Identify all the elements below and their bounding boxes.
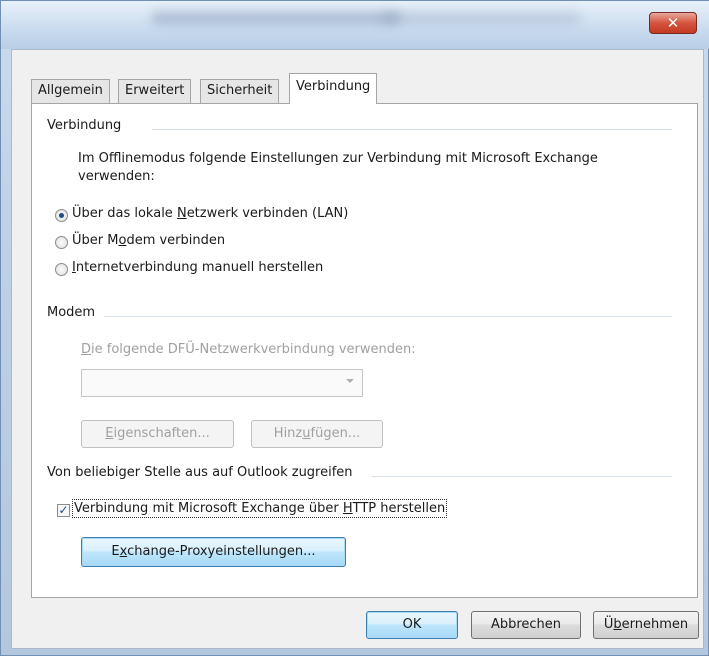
- title-blur-secondary: [381, 13, 581, 23]
- group-title-verbindung: Verbindung: [47, 118, 122, 133]
- radio-modem-label[interactable]: Über Modem verbinden: [72, 233, 225, 248]
- tab-allgemein[interactable]: Allgemein: [31, 79, 110, 103]
- properties-button[interactable]: Eigenschaften...: [81, 420, 234, 448]
- ok-button[interactable]: OK: [366, 611, 458, 639]
- tab-label: Erweitert: [125, 83, 185, 98]
- radio-modem[interactable]: [55, 236, 68, 249]
- ok-label: OK: [402, 617, 422, 632]
- connection-description-line1: Im Offlinemodus folgende Einstellungen z…: [78, 151, 598, 166]
- connection-description-line2: verwenden:: [78, 169, 155, 184]
- title-bar: ✕: [1, 1, 709, 49]
- tab-erweitert[interactable]: Erweitert: [118, 79, 192, 103]
- close-button[interactable]: ✕: [649, 12, 697, 34]
- http-checkbox-label[interactable]: Verbindung mit Microsoft Exchange über H…: [71, 499, 448, 518]
- close-icon: ✕: [666, 14, 680, 32]
- apply-button[interactable]: Übernehmen: [593, 611, 699, 639]
- radio-lan-label[interactable]: Über das lokale Netzwerk verbinden (LAN): [72, 206, 348, 221]
- tab-sicherheit[interactable]: Sicherheit: [200, 79, 280, 103]
- chevron-down-icon: [346, 379, 354, 383]
- dialup-label: Die folgende DFÜ-Netzwerkverbindung verw…: [81, 342, 416, 357]
- tab-verbindung[interactable]: Verbindung: [289, 73, 378, 104]
- group-separator: [104, 316, 672, 317]
- dialup-connection-select[interactable]: [81, 369, 363, 397]
- tab-label: Allgemein: [38, 83, 103, 98]
- group-separator: [152, 129, 672, 130]
- radio-manual[interactable]: [55, 263, 68, 276]
- radio-lan[interactable]: [55, 209, 68, 222]
- title-blur: [151, 11, 401, 25]
- cancel-button[interactable]: Abbrechen: [471, 611, 581, 639]
- group-separator: [372, 476, 672, 477]
- cancel-label: Abbrechen: [490, 617, 562, 632]
- exchange-proxy-settings-button[interactable]: Exchange-Proxyeinstellungen...: [81, 537, 346, 567]
- add-button[interactable]: Hinzufügen...: [251, 420, 383, 448]
- tab-label: Verbindung: [296, 79, 371, 94]
- group-title-modem: Modem: [47, 305, 96, 320]
- dialog-window: ✕ Allgemein Erweitert Sicherheit Verbind…: [0, 0, 709, 656]
- group-title-outlook-anywhere: Von beliebiger Stelle aus auf Outlook zu…: [47, 465, 353, 480]
- tab-label: Sicherheit: [207, 83, 273, 98]
- http-checkbox[interactable]: ✓: [57, 504, 70, 517]
- radio-manual-label[interactable]: Internetverbindung manuell herstellen: [72, 260, 323, 275]
